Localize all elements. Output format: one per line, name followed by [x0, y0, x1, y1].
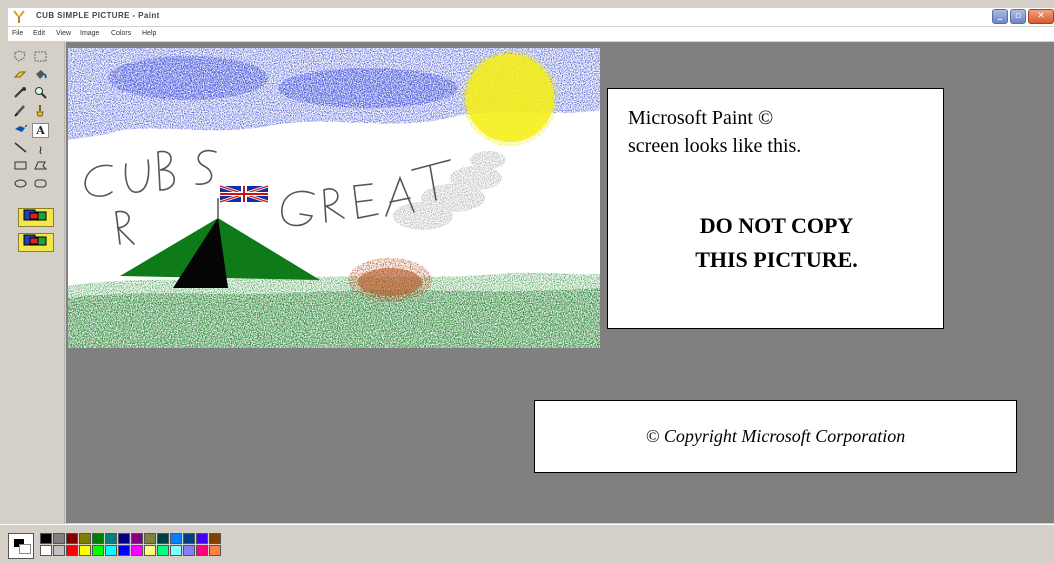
magnifier-icon — [33, 86, 48, 104]
fill-style-icon — [22, 208, 50, 227]
smoke — [393, 151, 506, 230]
color-picker-tool[interactable] — [12, 86, 29, 104]
rectangle-icon — [13, 159, 28, 177]
fill-tool[interactable] — [32, 69, 49, 84]
pencil-icon — [13, 104, 28, 122]
note-line-1: Microsoft Paint © — [628, 107, 774, 129]
color-swatch[interactable] — [105, 545, 117, 556]
color-swatch[interactable] — [118, 545, 130, 556]
color-swatch[interactable] — [157, 533, 169, 544]
paint-window: CUB SIMPLE PICTURE - Paint _ ▫ ✕ File Ed… — [0, 0, 1054, 563]
free-select-icon — [13, 49, 28, 68]
airbrush-tool[interactable] — [12, 123, 29, 138]
menu-help[interactable]: Help — [142, 30, 156, 37]
polygon-tool[interactable] — [32, 160, 49, 175]
color-palette — [0, 524, 1054, 563]
color-swatch[interactable] — [144, 545, 156, 556]
paint-bucket-icon — [33, 68, 48, 86]
fill-style-icon — [22, 233, 50, 252]
menu-image[interactable]: Image — [80, 30, 99, 37]
eraser-tool[interactable] — [12, 69, 29, 84]
background-color — [19, 544, 31, 554]
brush-icon — [33, 104, 48, 122]
color-swatch[interactable] — [118, 533, 130, 544]
maximize-button[interactable]: ▫ — [1010, 9, 1026, 24]
color-swatch[interactable] — [196, 533, 208, 544]
line-icon — [13, 141, 28, 159]
eyedropper-icon — [13, 86, 28, 104]
close-button[interactable]: ✕ — [1028, 9, 1054, 24]
copyright-notice: © Copyright Microsoft Corporation — [534, 400, 1017, 473]
ellipse-tool[interactable] — [12, 178, 29, 193]
color-swatch[interactable] — [53, 545, 65, 556]
drawing-canvas[interactable] — [68, 48, 600, 348]
color-swatch[interactable] — [170, 533, 182, 544]
menu-view[interactable]: View — [56, 30, 71, 37]
fill-style-option-1[interactable] — [18, 208, 54, 227]
curve-icon: ≀ — [38, 142, 43, 157]
color-swatch[interactable] — [170, 545, 182, 556]
canvas-picture — [68, 48, 600, 348]
magnifier-tool[interactable] — [32, 86, 49, 104]
current-colors-indicator[interactable] — [8, 533, 34, 559]
color-swatch[interactable] — [157, 545, 169, 556]
title-bar[interactable]: CUB SIMPLE PICTURE - Paint _ ▫ ✕ — [8, 8, 1054, 26]
color-swatch[interactable] — [40, 545, 52, 556]
color-swatch[interactable] — [183, 533, 195, 544]
color-swatch[interactable] — [209, 533, 221, 544]
union-flag — [219, 184, 269, 204]
color-swatch[interactable] — [92, 545, 104, 556]
tent — [120, 198, 320, 288]
menu-file[interactable]: File — [12, 30, 23, 37]
rect-select-tool[interactable] — [32, 51, 49, 66]
free-select-tool[interactable] — [12, 49, 29, 68]
color-swatch[interactable] — [183, 545, 195, 556]
rounded-rect-tool[interactable] — [32, 178, 49, 193]
info-note: Microsoft Paint © screen looks like this… — [607, 88, 944, 329]
color-swatch[interactable] — [131, 533, 143, 544]
color-swatch[interactable] — [66, 533, 78, 544]
ellipse-icon — [13, 177, 28, 195]
color-swatch[interactable] — [196, 545, 208, 556]
menu-colors[interactable]: Colors — [111, 30, 131, 37]
line-tool[interactable] — [12, 141, 29, 159]
color-swatch[interactable] — [209, 545, 221, 556]
color-swatch[interactable] — [144, 533, 156, 544]
menu-edit[interactable]: Edit — [33, 30, 45, 37]
airbrush-icon — [13, 122, 28, 140]
color-swatch[interactable] — [66, 545, 78, 556]
copyright-text: © Copyright Microsoft Corporation — [645, 426, 906, 446]
rectangle-tool[interactable] — [12, 160, 29, 175]
brush-tool[interactable] — [32, 104, 49, 122]
pencil-tool[interactable] — [12, 104, 29, 122]
paint-app-icon — [12, 10, 26, 24]
warning-line-1: DO NOT COPY — [699, 213, 854, 238]
color-swatch[interactable] — [105, 533, 117, 544]
text-tool[interactable]: A — [32, 123, 49, 138]
eraser-icon — [13, 68, 28, 86]
color-swatch[interactable] — [79, 545, 91, 556]
color-swatch[interactable] — [92, 533, 104, 544]
text-tool-icon: A — [36, 124, 45, 137]
toolbox: A ≀ — [8, 42, 65, 524]
warning-line-2: THIS PICTURE. — [695, 247, 858, 272]
menu-bar: File Edit View Image Colors Help — [8, 27, 1054, 41]
curve-tool[interactable]: ≀ — [32, 142, 49, 157]
note-line-2: screen looks like this. — [628, 135, 802, 157]
color-swatch[interactable] — [79, 533, 91, 544]
window-title: CUB SIMPLE PICTURE - Paint — [36, 11, 160, 20]
color-swatch[interactable] — [40, 533, 52, 544]
rect-select-icon — [33, 50, 48, 68]
color-swatch[interactable] — [131, 545, 143, 556]
rounded-rect-icon — [33, 177, 48, 195]
minimize-button[interactable]: _ — [992, 9, 1008, 24]
color-swatch[interactable] — [53, 533, 65, 544]
polygon-icon — [33, 159, 48, 177]
fill-style-option-2[interactable] — [18, 233, 54, 252]
